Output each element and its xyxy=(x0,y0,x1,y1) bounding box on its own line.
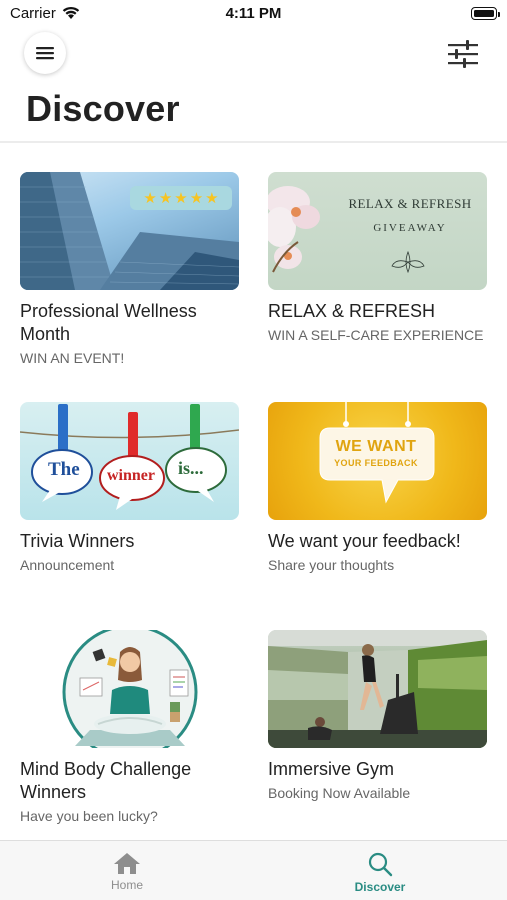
star-icon: ★ xyxy=(143,190,157,207)
card-title: RELAX & REFRESH xyxy=(268,301,436,321)
menu-button[interactable] xyxy=(24,32,66,74)
card-subtitle: WIN AN EVENT! xyxy=(20,350,125,366)
star-icon: ★ xyxy=(158,190,173,207)
page-title: Discover xyxy=(26,88,180,129)
star-icon: ★ xyxy=(174,190,188,207)
card-feedback[interactable]: WE WANT YOUR FEEDBACK We want your feedb… xyxy=(268,402,487,573)
card-subtitle: WIN A SELF-CARE EXPERIENCE xyxy=(268,327,484,343)
card-subtitle: Share your thoughts xyxy=(268,557,395,573)
card-title: Mind Body Challenge Winners xyxy=(20,759,192,802)
tab-bar: Home Discover xyxy=(0,840,507,900)
status-bar: Carrier 4:11 PM xyxy=(0,0,507,28)
hamburger-menu-icon xyxy=(36,47,54,60)
discover-grid: ★ ★ ★ ★ ★ Professional Wellness Month WI… xyxy=(20,172,488,832)
status-time: 4:11 PM xyxy=(225,5,282,22)
header-divider xyxy=(0,141,507,143)
tab-home-label: Home xyxy=(110,878,143,892)
image-text-line2: YOUR FEEDBACK xyxy=(334,458,418,468)
house-icon xyxy=(114,853,140,874)
card-trivia-winners[interactable]: The winner is... Trivia Winners Announce… xyxy=(20,402,239,573)
rating-stars: ★ ★ ★ ★ ★ xyxy=(130,186,232,210)
tab-home[interactable]: Home xyxy=(62,841,192,900)
feedback-sign-image: WE WANT YOUR FEEDBACK xyxy=(268,402,487,520)
image-text-sub: GIVEAWAY xyxy=(373,222,447,234)
tab-discover-label: Discover xyxy=(354,880,406,894)
sliders-filter-icon[interactable] xyxy=(447,40,479,68)
card-mind-body-challenge[interactable]: Mind Body Challenge Winners Have you bee… xyxy=(20,630,239,824)
card-title: We want your feedback! xyxy=(268,531,461,551)
card-relax-refresh[interactable]: RELAX & REFRESH GIVEAWAY RELAX & REFRESH… xyxy=(268,172,487,343)
star-icon: ★ xyxy=(205,190,219,207)
card-subtitle: Have you been lucky? xyxy=(20,808,158,824)
image-text-line1: WE WANT xyxy=(335,438,417,455)
immersive-gym-image xyxy=(268,630,487,748)
winner-announcement-image: The winner is... xyxy=(20,402,239,520)
search-icon xyxy=(368,852,393,877)
orchid-giveaway-image: RELAX & REFRESH GIVEAWAY xyxy=(268,172,487,290)
card-subtitle: Booking Now Available xyxy=(268,785,411,801)
battery-icon xyxy=(471,7,500,20)
card-professional-wellness-month[interactable]: ★ ★ ★ ★ ★ Professional Wellness Month WI… xyxy=(20,172,239,366)
tab-discover[interactable]: Discover xyxy=(315,841,445,900)
card-title: Immersive Gym xyxy=(268,759,394,779)
star-icon: ★ xyxy=(189,190,204,207)
card-subtitle: Announcement xyxy=(20,557,115,573)
bubble-word-the: The xyxy=(48,459,80,480)
bubble-word-is: is... xyxy=(178,458,204,478)
card-title: Professional Wellness Month xyxy=(20,301,197,344)
meditation-image xyxy=(20,630,239,748)
skyscraper-image: ★ ★ ★ ★ ★ xyxy=(20,172,239,290)
bubble-word-winner: winner xyxy=(107,467,155,484)
card-title: Trivia Winners xyxy=(20,531,135,551)
card-immersive-gym[interactable]: Immersive Gym Booking Now Available xyxy=(268,630,487,801)
image-text-title: RELAX & REFRESH xyxy=(348,196,472,211)
